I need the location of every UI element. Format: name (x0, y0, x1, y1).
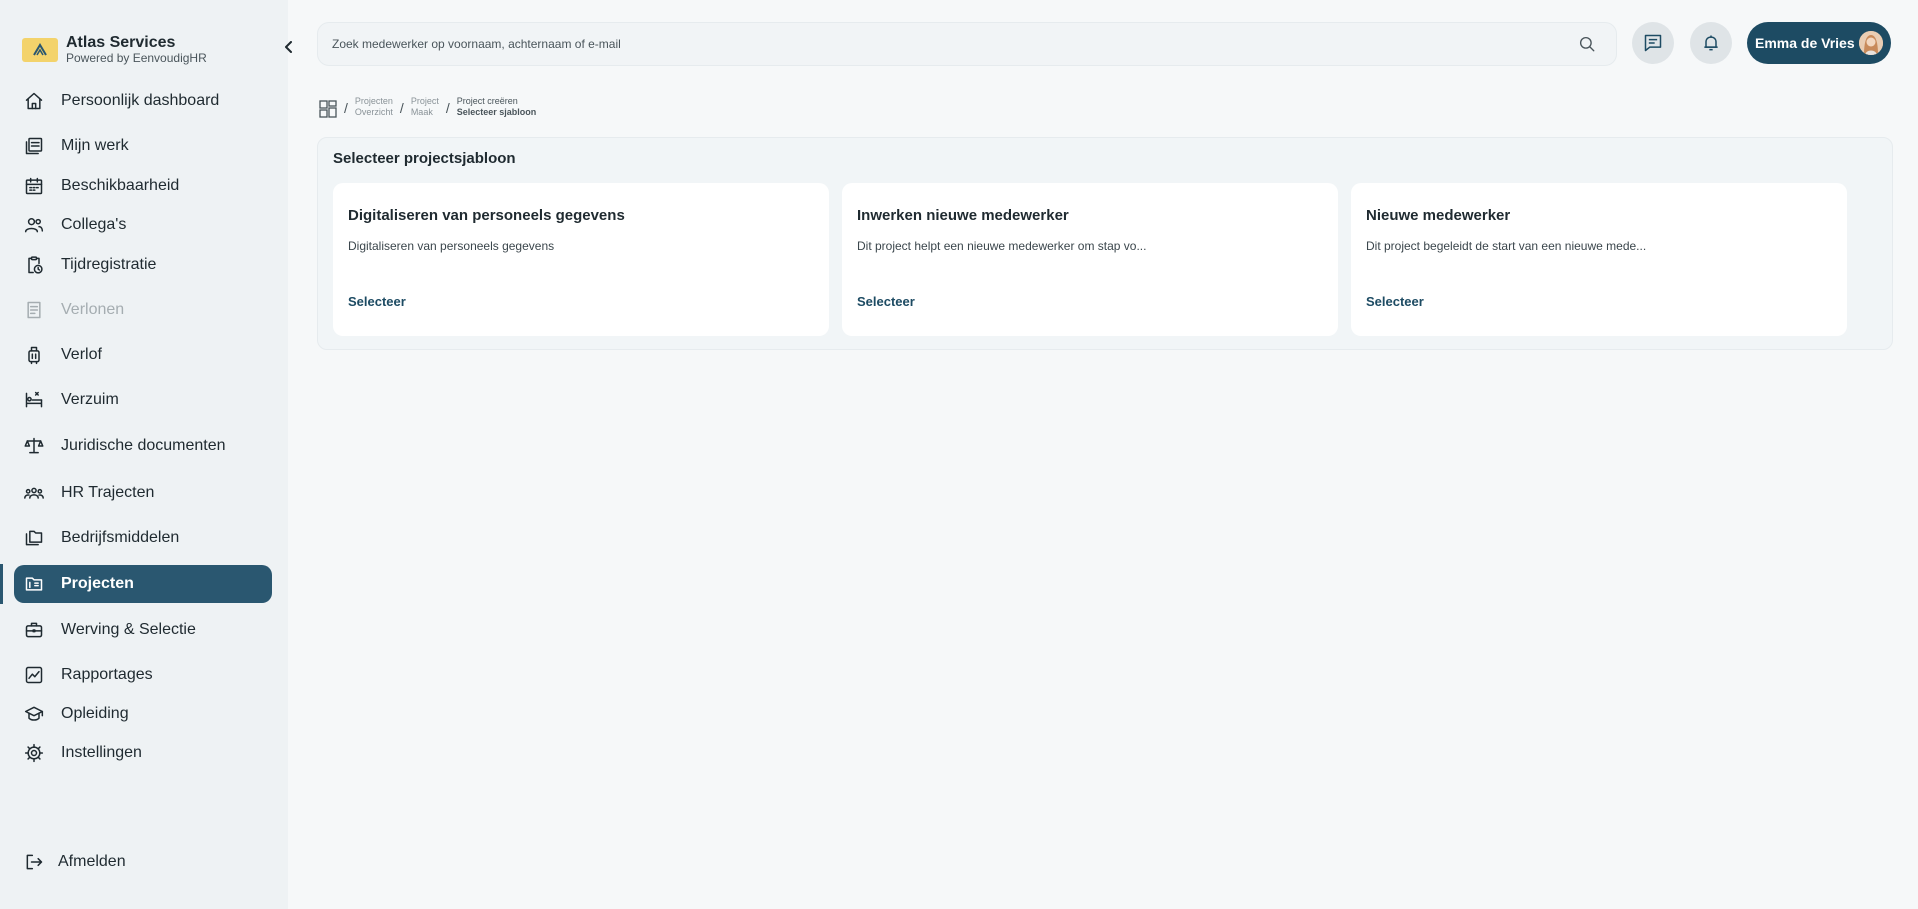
scale-icon (24, 436, 44, 456)
sidebar-item-label: Juridische documenten (61, 437, 226, 454)
breadcrumb-projecten-overzicht[interactable]: Projecten Overzicht (355, 96, 393, 118)
card-title: Digitaliseren van personeels gegevens (348, 207, 625, 224)
sidebar-item-bedrijfsmiddelen[interactable]: Bedrijfsmiddelen (14, 519, 272, 557)
team-icon (24, 483, 44, 503)
sidebar-item-label: Projecten (61, 575, 134, 592)
brand[interactable]: Atlas Services Powered by EenvoudigHR (22, 34, 207, 65)
sidebar-item-rapportages[interactable]: Rapportages (14, 656, 272, 694)
home-icon (24, 91, 44, 111)
sidebar-item-werving-selectie[interactable]: Werving & Selectie (14, 611, 272, 649)
chat-icon (1644, 34, 1662, 52)
sidebar-item-label: Instellingen (61, 744, 142, 761)
page-title: Selecteer projectsjabloon (333, 150, 516, 167)
messages-button[interactable] (1632, 22, 1674, 64)
search-icon[interactable] (1578, 35, 1596, 58)
card-description: Digitaliseren van personeels gegevens (348, 239, 555, 253)
sidebar-item-hr-trajecten[interactable]: HR Trajecten (14, 474, 272, 512)
clipboard-clock-icon (24, 255, 44, 275)
breadcrumb-line: Overzicht (354, 107, 393, 117)
breadcrumb-project-maak[interactable]: Project Maak (411, 96, 439, 118)
card-description: Dit project begeleidt de start van een n… (1366, 239, 1647, 253)
card-description: Dit project helpt een nieuwe medewerker … (857, 239, 1147, 253)
brand-subtitle: Powered by EenvoudigHR (66, 51, 207, 65)
breadcrumb-separator: / (344, 100, 348, 116)
sidebar-item-label: Verzuim (61, 391, 119, 408)
breadcrumb: / Projecten Overzicht / Project Maak / P… (319, 96, 536, 118)
user-menu-button[interactable]: Emma de Vries (1747, 22, 1891, 64)
select-button[interactable]: Selecteer (348, 294, 406, 309)
sidebar-item-opleiding[interactable]: Opleiding (14, 695, 272, 733)
sidebar-item-label: Collega's (61, 216, 127, 233)
sidebar-item-label: Persoonlijk dashboard (61, 92, 220, 109)
work-list-icon (24, 136, 44, 156)
sidebar-item-label: Verlof (61, 346, 102, 363)
template-card: Inwerken nieuwe medewerker Dit project h… (842, 183, 1338, 336)
sidebar-item-label: Beschikbaarheid (61, 177, 180, 194)
logout-button[interactable]: Afmelden (14, 843, 272, 881)
grid-home-icon[interactable] (319, 100, 337, 118)
breadcrumb-separator: / (445, 100, 450, 116)
select-button[interactable]: Selecteer (1366, 294, 1424, 309)
breadcrumb-line: Maak (410, 107, 433, 117)
sidebar-item-label: Werving & Selectie (61, 621, 196, 638)
sidebar-item-label: Bedrijfsmiddelen (61, 529, 180, 546)
sidebar-item-label: Mijn werk (61, 137, 129, 154)
breadcrumb-current: Project creëren Selecteer sjabloon (457, 96, 537, 118)
sidebar-item-mijn-werk[interactable]: Mijn werk (14, 127, 272, 165)
template-panel: Selecteer projectsjabloon Digitaliseren … (317, 137, 1893, 350)
sidebar-item-label: HR Trajecten (61, 484, 155, 501)
template-card: Nieuwe medewerker Dit project begeleidt … (1351, 183, 1847, 336)
graduation-cap-icon (24, 704, 44, 724)
search-input[interactable] (332, 37, 1616, 51)
brand-title: Atlas Services (66, 34, 176, 51)
sidebar-item-label: Tijdregistratie (61, 256, 157, 273)
sidebar-item-label: Verlonen (61, 301, 125, 318)
sidebar-item-projecten[interactable]: Projecten (14, 565, 272, 603)
card-title: Nieuwe medewerker (1366, 207, 1511, 224)
chevron-left-icon (285, 41, 292, 53)
sidebar-item-tijdregistratie[interactable]: Tijdregistratie (14, 246, 272, 284)
sidebar-item-juridische-documenten[interactable]: Juridische documenten (14, 427, 272, 465)
receipt-icon (24, 300, 44, 320)
avatar (1859, 31, 1883, 55)
people-icon (24, 215, 44, 235)
breadcrumb-line: Projecten (354, 96, 393, 106)
sidebar-item-verlonen: Verlonen (14, 291, 272, 329)
card-title: Inwerken nieuwe medewerker (857, 207, 1069, 224)
briefcase-icon (24, 620, 44, 640)
breadcrumb-separator: / (399, 100, 404, 116)
breadcrumb-line: Project (410, 96, 439, 106)
gear-icon (24, 743, 44, 763)
sidebar-item-beschikbaarheid[interactable]: Beschikbaarheid (14, 167, 272, 205)
sidebar: Atlas Services Powered by EenvoudigHR Pe… (0, 0, 292, 909)
brand-logo (22, 37, 58, 62)
logout-icon (24, 852, 44, 872)
chart-icon (24, 665, 44, 685)
sidebar-item-label: Opleiding (61, 705, 129, 722)
calendar-icon (24, 176, 44, 196)
template-card: Digitaliseren van personeels gegevens Di… (333, 183, 829, 336)
sidebar-item-persoonlijk-dashboard[interactable]: Persoonlijk dashboard (14, 82, 272, 120)
sidebar-item-verlof[interactable]: Verlof (14, 336, 272, 374)
select-button[interactable]: Selecteer (857, 294, 915, 309)
sidebar-item-label: Rapportages (61, 666, 153, 683)
collapse-sidebar-button[interactable] (280, 38, 298, 56)
assets-icon (24, 528, 44, 548)
active-indicator (0, 564, 3, 604)
sidebar-item-instellingen[interactable]: Instellingen (14, 734, 272, 772)
user-name: Emma de Vries (1755, 35, 1855, 51)
sidebar-item-collegas[interactable]: Collega's (14, 206, 272, 244)
logout-label: Afmelden (58, 853, 126, 870)
project-folder-icon (24, 574, 44, 594)
sick-bed-icon (24, 390, 44, 410)
notifications-button[interactable] (1690, 22, 1732, 64)
search-bar (317, 22, 1617, 66)
suitcase-icon (24, 345, 44, 365)
breadcrumb-line: Selecteer sjabloon (456, 107, 537, 117)
sidebar-item-verzuim[interactable]: Verzuim (14, 381, 272, 419)
breadcrumb-line: Project creëren (456, 96, 518, 106)
bell-icon (1704, 35, 1718, 51)
